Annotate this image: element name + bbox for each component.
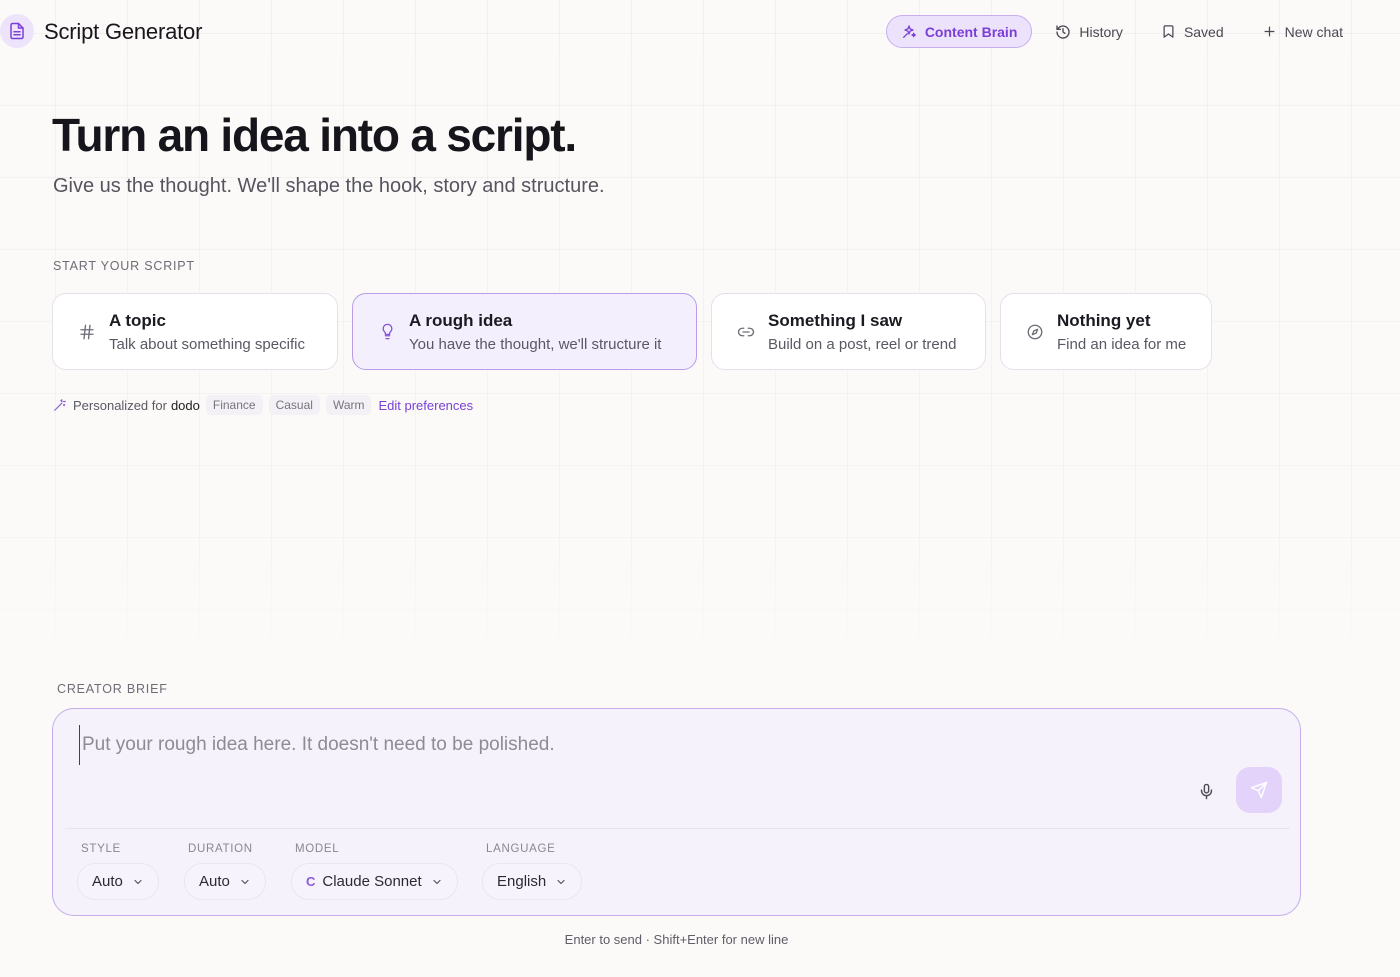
app-title: Script Generator [44,19,203,44]
language-label: LANGUAGE [486,843,556,855]
model-select[interactable]: C Claude Sonnet [291,863,458,900]
model-option: MODEL C Claude Sonnet [291,843,458,900]
personalized-label: Personalized for [73,397,167,413]
app-logo [0,14,34,48]
mic-button[interactable] [1194,779,1218,803]
preference-tag: Casual [268,395,320,415]
personalization-row: Personalized for dodo Finance Casual War… [53,395,473,415]
link-icon [736,323,756,341]
chevron-down-icon [241,879,249,884]
model-value: Claude Sonnet [322,873,422,890]
card-something-i-saw[interactable]: Something I saw Build on a post, reel or… [711,293,986,370]
claude-logo-icon: C [306,874,316,889]
sparkles-icon [902,24,916,38]
style-select[interactable]: Auto [77,863,159,900]
duration-select[interactable]: Auto [184,863,266,900]
lightbulb-icon [377,323,397,340]
history-icon [1056,24,1071,39]
card-description: Find an idea for me [1057,335,1187,353]
header: Script Generator Content Brain History S… [0,0,1400,64]
new-chat-label: New chat [1284,23,1343,40]
card-title: A topic [109,310,166,330]
content-brain-label: Content Brain [924,23,1018,40]
send-icon [1250,781,1268,799]
saved-label: Saved [1183,23,1224,40]
chevron-down-icon [557,879,565,884]
microphone-icon [1200,783,1212,799]
creator-brief-label: CREATOR BRIEF [57,682,168,696]
duration-label: DURATION [188,843,253,855]
history-label: History [1079,23,1123,40]
language-select[interactable]: English [482,863,583,900]
card-title: Nothing yet [1057,310,1151,330]
keyboard-hint: Enter to send · Shift+Enter for new line [564,932,789,947]
document-icon [10,22,24,40]
card-description: You have the thought, we'll structure it [409,335,662,353]
card-title: A rough idea [409,310,513,330]
style-label: STYLE [81,843,121,855]
duration-option: DURATION Auto [184,843,266,900]
send-button[interactable] [1236,767,1282,813]
hash-icon [77,323,97,341]
composer: STYLE Auto DURATION Auto MODEL C Claude … [52,708,1301,916]
card-rough-idea[interactable]: A rough idea You have the thought, we'll… [352,293,697,370]
card-nothing-yet[interactable]: Nothing yet Find an idea for me [1000,293,1212,370]
compass-icon [1025,323,1045,341]
composer-divider [65,828,1290,829]
style-value: Auto [92,873,123,890]
plus-icon [1264,26,1275,37]
page-title: Turn an idea into a script. [52,109,577,161]
card-description: Talk about something specific [109,335,305,353]
history-button[interactable]: History [1040,15,1138,48]
content-brain-button[interactable]: Content Brain [885,15,1033,48]
new-chat-button[interactable]: New chat [1247,15,1358,48]
top-nav: Content Brain History Saved New chat [885,15,1358,48]
edit-preferences-link[interactable]: Edit preferences [378,398,473,413]
duration-value: Auto [199,873,230,890]
card-description: Build on a post, reel or trend [768,335,957,353]
preference-tag: Finance [205,395,263,415]
bookmark-icon [1163,25,1174,38]
personalized-user: dodo [170,397,200,413]
brief-input[interactable] [79,725,1179,765]
card-topic[interactable]: A topic Talk about something specific [52,293,338,370]
start-section-label: START YOUR SCRIPT [53,259,195,273]
saved-button[interactable]: Saved [1146,15,1239,48]
language-option: LANGUAGE English [482,843,583,900]
start-options: A topic Talk about something specific A … [52,293,1212,370]
chevron-down-icon [134,879,142,884]
model-label: MODEL [295,843,340,855]
style-option: STYLE Auto [77,843,159,900]
magic-wand-icon [54,399,66,411]
chevron-down-icon [433,879,441,884]
card-title: Something I saw [768,310,903,330]
language-value: English [497,873,547,890]
preference-tag: Warm [325,395,372,415]
page-subtitle: Give us the thought. We'll shape the hoo… [53,175,605,197]
